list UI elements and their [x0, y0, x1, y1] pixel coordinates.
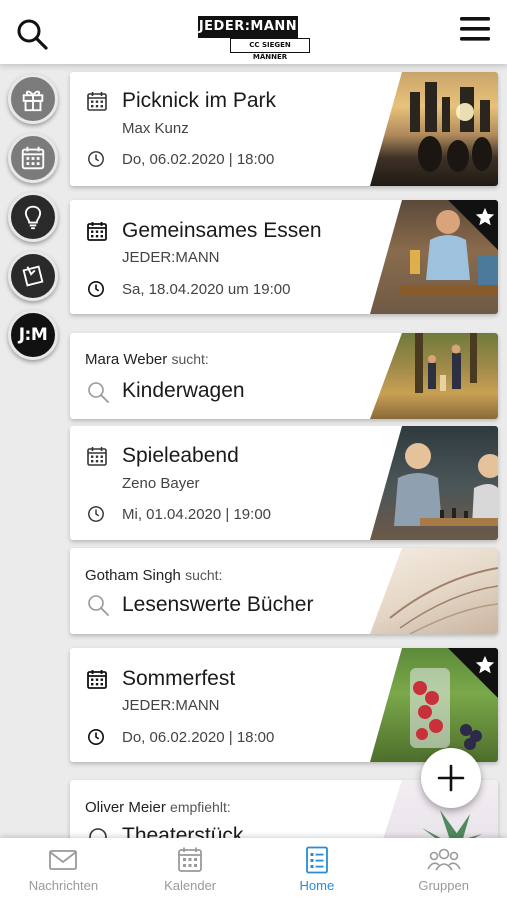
app-header: JEDER:MANN CC SIEGEN MÄNNER [0, 0, 507, 64]
card-organizer: Max Kunz [122, 120, 189, 137]
category-sidebar: J:M [8, 74, 58, 369]
group-icon [426, 848, 461, 871]
feed-card-event[interactable]: Gemeinsames Essen JEDER:MANN Sa, 18.04.2… [70, 200, 498, 314]
card-verb: sucht: [185, 567, 223, 583]
sticky-note-icon [22, 265, 44, 287]
card-author: Oliver Meier [85, 799, 166, 816]
clock-icon [88, 151, 104, 167]
card-date: Mi, 01.04.2020 | 19:00 [122, 506, 272, 523]
card-title: Kinderwagen [122, 379, 245, 402]
calendar-icon [87, 222, 107, 241]
menu-button[interactable] [459, 14, 491, 44]
feed-card-event[interactable]: Picknick im Park Max Kunz Do, 06.02.2020… [70, 72, 498, 186]
app-logo[interactable]: JEDER:MANN CC SIEGEN MÄNNER [198, 16, 310, 61]
card-title: Sommerfest [122, 667, 236, 690]
nav-item-nachrichten[interactable]: Nachrichten [0, 838, 127, 900]
card-date: Do, 06.02.2020 | 18:00 [122, 151, 275, 168]
card-image-park [370, 72, 498, 186]
card-title: Lesenswerte Bücher [122, 593, 314, 616]
sidebar-jedermann-button[interactable]: J:M [8, 310, 58, 360]
add-button[interactable] [421, 748, 481, 808]
card-title: Gemeinsames Essen [122, 219, 322, 242]
nav-label: Nachrichten [28, 878, 99, 893]
card-author-line: Oliver Meier empfiehlt: [85, 799, 231, 816]
lightbulb-icon [24, 205, 42, 230]
nav-item-kalender[interactable]: Kalender [127, 838, 254, 900]
card-date: Sa, 18.04.2020 um 19:00 [122, 281, 291, 298]
sidebar-events-button[interactable] [8, 133, 58, 183]
feed-card-search[interactable]: Gotham Singh sucht: Lesenswerte Bücher [70, 548, 498, 634]
search-icon [17, 19, 48, 50]
card-verb: empfiehlt: [170, 799, 231, 815]
clock-icon [87, 728, 105, 746]
search-icon [88, 382, 109, 403]
mail-icon [49, 850, 78, 870]
card-author: Mara Weber [85, 351, 168, 368]
logo-text: JEDER:MANN [198, 16, 298, 38]
star-icon [475, 655, 495, 674]
nav-label: Kalender [164, 878, 217, 893]
feed-card-event[interactable]: Sommerfest JEDER:MANN Do, 06.02.2020 | 1… [70, 648, 498, 762]
jm-logo-label: J:M [18, 325, 48, 345]
clock-icon [87, 280, 105, 298]
card-verb: sucht: [171, 351, 209, 367]
calendar-icon [87, 670, 107, 689]
card-author-line: Mara Weber sucht: [85, 351, 209, 368]
gift-icon [22, 90, 44, 112]
sidebar-notes-button[interactable] [8, 251, 58, 301]
nav-item-gruppen[interactable]: Gruppen [380, 838, 507, 900]
card-organizer: JEDER:MANN [122, 697, 220, 714]
feed-card-event[interactable]: Spieleabend Zeno Bayer Mi, 01.04.2020 | … [70, 426, 498, 540]
card-image-book [370, 548, 498, 634]
card-organizer: JEDER:MANN [122, 249, 220, 266]
search-icon [88, 595, 109, 616]
card-date: Do, 06.02.2020 | 18:00 [122, 729, 275, 746]
plus-icon [437, 764, 465, 792]
calendar-icon [178, 847, 203, 872]
card-title: Picknick im Park [122, 89, 277, 112]
search-button[interactable] [14, 16, 50, 52]
card-image-park-walk [370, 333, 498, 419]
bottom-navigation: Nachrichten Kalender Home Gruppen [0, 838, 507, 900]
list-icon [305, 846, 328, 874]
card-title: Spieleabend [122, 444, 239, 467]
star-icon [475, 207, 495, 226]
card-organizer: Zeno Bayer [122, 475, 200, 492]
sidebar-gifts-button[interactable] [8, 74, 58, 124]
feed-card-search[interactable]: Mara Weber sucht: Kinderwagen [70, 333, 498, 419]
calendar-icon [87, 447, 107, 466]
nav-item-home[interactable]: Home [254, 838, 381, 900]
calendar-icon [87, 92, 107, 111]
hamburger-menu-icon [460, 17, 490, 41]
clock-icon [88, 506, 104, 522]
sidebar-ideas-button[interactable] [8, 192, 58, 242]
nav-label: Home [299, 878, 335, 893]
card-author-line: Gotham Singh sucht: [85, 567, 222, 584]
nav-label: Gruppen [418, 878, 469, 893]
logo-subtitle: CC SIEGEN MÄNNER [230, 38, 310, 61]
calendar-icon [21, 146, 45, 170]
card-author: Gotham Singh [85, 567, 181, 584]
card-image-chess [370, 426, 498, 540]
